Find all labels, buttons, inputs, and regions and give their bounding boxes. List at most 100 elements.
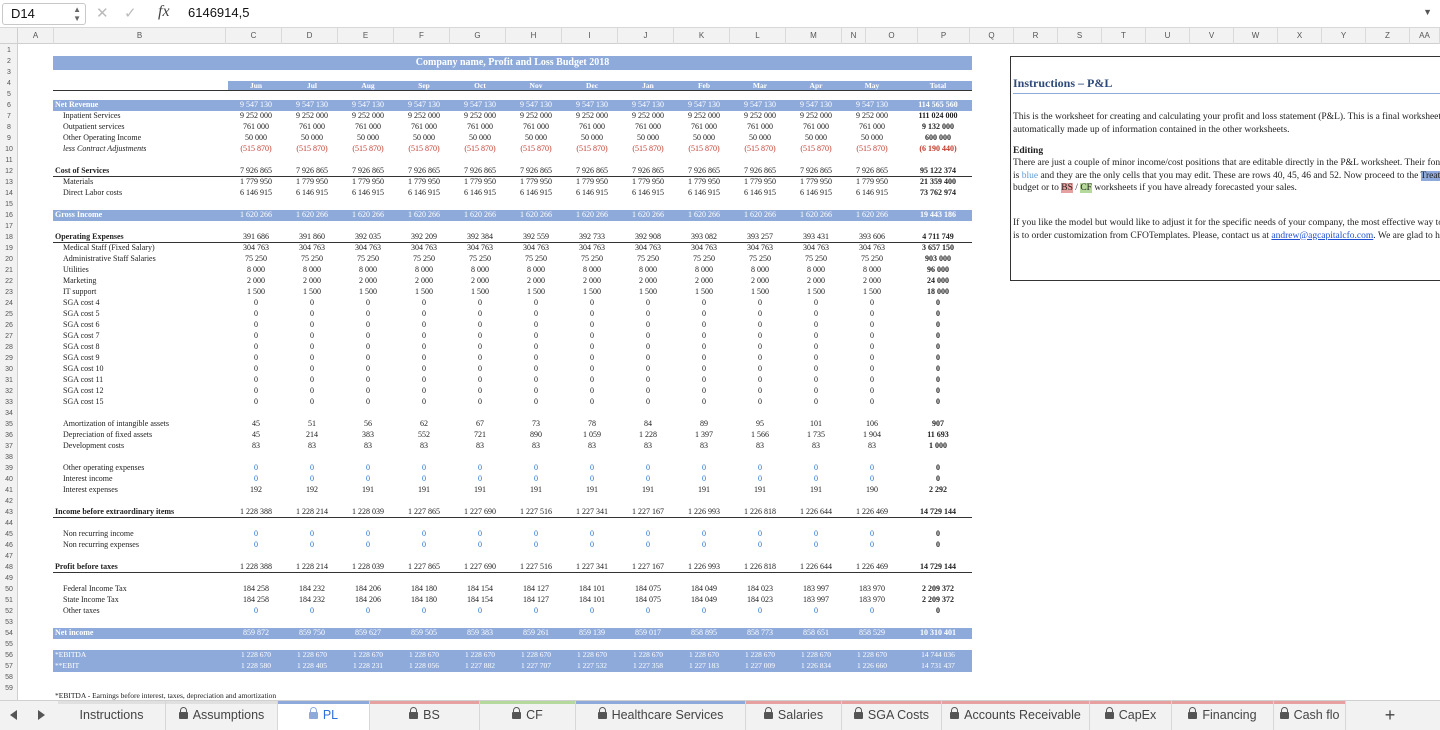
value-cell[interactable]: 304 763 [788,243,844,254]
value-cell[interactable]: 1 779 950 [508,177,564,188]
value-cell[interactable]: 1 228 214 [284,507,340,518]
value-cell[interactable]: 0 [564,529,620,540]
value-cell[interactable]: 0 [788,606,844,617]
cf-link[interactable]: CF [1080,183,1092,193]
line-label[interactable]: Marketing [63,276,235,287]
value-cell[interactable]: 0 [284,342,340,353]
row-header-36[interactable]: 36 [0,430,17,441]
row-header-39[interactable]: 39 [0,463,17,474]
column-header-r[interactable]: R [1014,28,1058,44]
value-cell[interactable]: 0 [508,540,564,551]
value-cell[interactable]: 0 [844,309,900,320]
value-cell[interactable]: 1 500 [676,287,732,298]
value-cell[interactable]: 1 779 950 [564,177,620,188]
value-cell[interactable]: 0 [452,364,508,375]
value-cell[interactable]: 393 606 [844,232,900,243]
value-cell[interactable]: 8 000 [228,265,284,276]
value-cell[interactable]: 0 [788,474,844,485]
column-header-b[interactable]: B [54,28,226,44]
line-label[interactable]: **EBIT [55,661,227,672]
column-header-p[interactable]: P [918,28,970,44]
value-cell[interactable]: 0 [508,463,564,474]
value-cell[interactable]: 2 000 [676,276,732,287]
value-cell[interactable]: 83 [508,441,564,452]
value-cell[interactable]: 0 [452,606,508,617]
value-cell[interactable]: 0 [396,331,452,342]
value-cell[interactable]: 6 146 915 [564,188,620,199]
value-cell[interactable]: 73 762 974 [902,188,974,199]
column-header-u[interactable]: U [1146,28,1190,44]
value-cell[interactable]: 903 000 [902,254,974,265]
value-cell[interactable]: 0 [902,331,974,342]
value-cell[interactable]: 0 [902,364,974,375]
value-cell[interactable]: 0 [732,320,788,331]
line-label[interactable]: State Income Tax [63,595,235,606]
value-cell[interactable]: 0 [564,474,620,485]
value-cell[interactable]: 1 226 993 [676,562,732,573]
value-cell[interactable]: 0 [284,375,340,386]
line-label[interactable]: Amortization of intangible assets [63,419,235,430]
value-cell[interactable]: 1 779 950 [284,177,340,188]
value-cell[interactable]: 184 258 [228,595,284,606]
value-cell[interactable]: 1 779 950 [228,177,284,188]
value-cell[interactable]: 0 [564,353,620,364]
value-cell[interactable]: 391 860 [284,232,340,243]
value-cell[interactable]: 0 [902,606,974,617]
value-cell[interactable]: 0 [452,353,508,364]
row-header-13[interactable]: 13 [0,177,17,188]
line-label[interactable]: Direct Labor costs [63,188,235,199]
value-cell[interactable]: 304 763 [732,243,788,254]
value-cell[interactable]: 7 926 865 [452,166,508,177]
column-header-x[interactable]: X [1278,28,1322,44]
value-cell[interactable]: 83 [676,441,732,452]
value-cell[interactable]: 1 226 660 [844,661,900,672]
value-cell[interactable]: 0 [396,529,452,540]
value-cell[interactable]: 858 651 [788,628,844,639]
value-cell[interactable]: 83 [396,441,452,452]
value-cell[interactable]: 0 [902,540,974,551]
value-cell[interactable]: 75 250 [340,254,396,265]
value-cell[interactable]: 859 627 [340,628,396,639]
row-header-34[interactable]: 34 [0,408,17,419]
value-cell[interactable]: 0 [508,342,564,353]
value-cell[interactable]: 83 [620,441,676,452]
value-cell[interactable]: 0 [620,320,676,331]
value-cell[interactable]: 1 227 167 [620,507,676,518]
value-cell[interactable]: 1 620 266 [452,210,508,221]
value-cell[interactable]: 0 [676,309,732,320]
value-cell[interactable]: 0 [902,463,974,474]
row-header-46[interactable]: 46 [0,540,17,551]
value-cell[interactable]: 761 000 [452,122,508,133]
value-cell[interactable]: 19 443 186 [902,210,974,221]
value-cell[interactable]: 9 252 000 [228,111,284,122]
value-cell[interactable]: (515 870) [228,144,284,155]
value-cell[interactable]: 0 [508,364,564,375]
value-cell[interactable]: 0 [340,309,396,320]
value-cell[interactable]: 0 [732,342,788,353]
row-header-37[interactable]: 37 [0,441,17,452]
row-header-49[interactable]: 49 [0,573,17,584]
value-cell[interactable]: 89 [676,419,732,430]
value-cell[interactable]: 0 [788,320,844,331]
value-cell[interactable]: 78 [564,419,620,430]
value-cell[interactable]: 6 146 915 [228,188,284,199]
value-cell[interactable]: 95 122 374 [902,166,974,177]
column-header-c[interactable]: C [226,28,282,44]
value-cell[interactable]: 761 000 [676,122,732,133]
line-label[interactable]: Materials [63,177,235,188]
value-cell[interactable]: 0 [788,386,844,397]
value-cell[interactable]: 1 228 670 [508,650,564,661]
value-cell[interactable]: 0 [228,375,284,386]
value-cell[interactable]: 184 180 [396,595,452,606]
column-header-t[interactable]: T [1102,28,1146,44]
value-cell[interactable]: 0 [340,463,396,474]
value-cell[interactable]: 7 926 865 [284,166,340,177]
row-header-18[interactable]: 18 [0,232,17,243]
value-cell[interactable]: 1 779 950 [396,177,452,188]
value-cell[interactable]: 67 [452,419,508,430]
value-cell[interactable]: 1 227 865 [396,507,452,518]
value-cell[interactable]: 1 227 516 [508,562,564,573]
row-header-50[interactable]: 50 [0,584,17,595]
value-cell[interactable]: 7 926 865 [228,166,284,177]
value-cell[interactable]: 859 383 [452,628,508,639]
